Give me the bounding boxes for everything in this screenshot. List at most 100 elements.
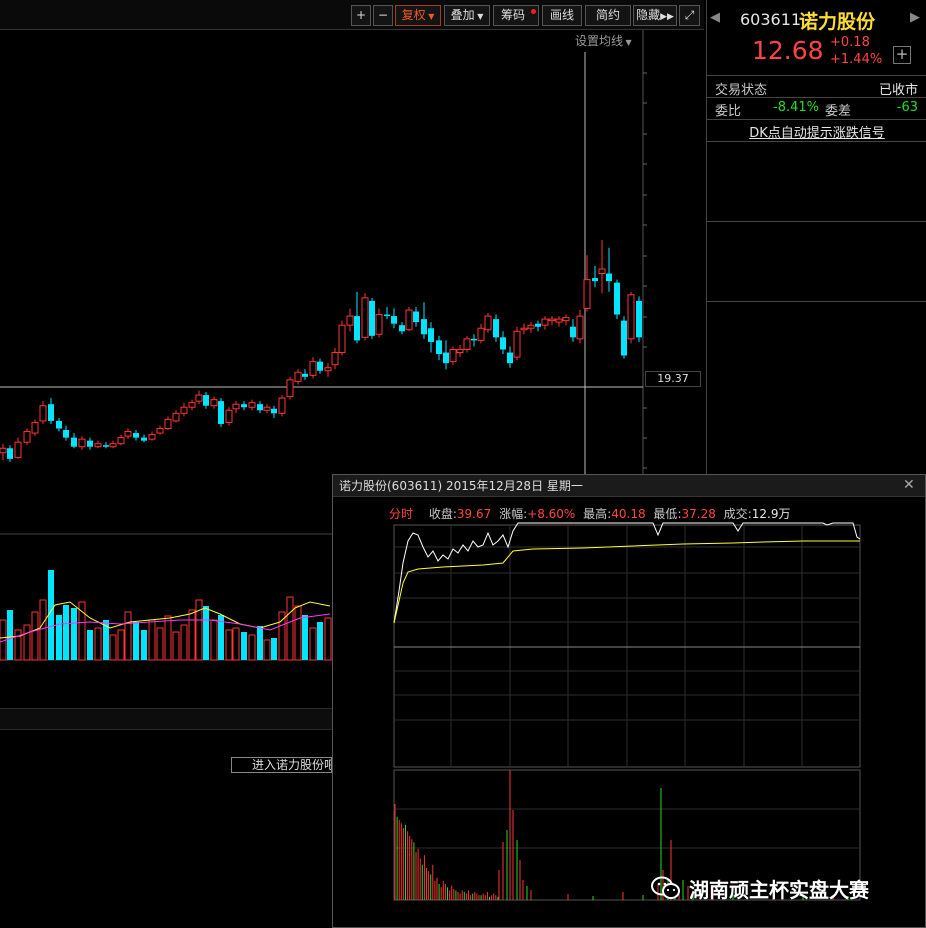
watermark-text: 湖南顽主杯实盘大赛	[689, 878, 869, 902]
stat-row	[715, 450, 920, 467]
candle	[94, 440, 102, 449]
candle	[627, 291, 635, 344]
panel-divider	[0, 708, 332, 730]
fullscreen-button[interactable]: ⤢	[679, 5, 700, 26]
candle	[507, 346, 513, 368]
candle	[562, 314, 570, 326]
volume-bar	[14, 629, 22, 661]
candle	[527, 322, 535, 333]
candle	[218, 398, 224, 427]
candle	[31, 419, 39, 437]
volume-bar	[156, 627, 164, 661]
candle	[78, 436, 86, 450]
intraday-chart[interactable]	[333, 475, 925, 927]
candle	[369, 297, 375, 339]
candle	[375, 308, 383, 338]
volume-bar	[302, 615, 308, 660]
weibi-value: -8.41%	[773, 100, 819, 115]
candle	[103, 442, 109, 449]
candle	[391, 308, 397, 329]
dk-signal-link[interactable]: DK点自动提示涨跌信号	[707, 122, 926, 141]
fuquan-button[interactable]: 复权 ▼	[395, 5, 441, 26]
zoom-in-button[interactable]: +	[351, 5, 371, 26]
candle	[399, 322, 405, 335]
volume-bar	[172, 631, 180, 661]
jianyue-button[interactable]: 简约	[585, 5, 631, 26]
candle	[71, 433, 77, 449]
huaxian-button[interactable]: 画线	[542, 5, 582, 26]
candle	[456, 344, 464, 358]
candle	[541, 316, 549, 330]
candle	[156, 425, 164, 435]
stat-row	[715, 359, 920, 376]
candle	[520, 323, 528, 335]
prev-stock-icon[interactable]: ◀	[710, 10, 720, 25]
quote-panel: ◀ 603611 诺力股份 ▶ 12.68 +0.18 +1.44% + 交易状…	[706, 0, 926, 474]
ask-row	[715, 144, 920, 159]
candle	[117, 434, 125, 446]
candle	[346, 308, 354, 332]
candle	[271, 405, 277, 418]
yincang-button[interactable]: 隐藏▶▶	[633, 5, 677, 26]
volume-bar	[39, 599, 47, 661]
stat-row	[715, 431, 920, 448]
crosshair-price-tag: 19.37	[645, 371, 701, 387]
candle	[493, 314, 499, 342]
volume-bar	[232, 627, 240, 661]
candle	[309, 357, 317, 379]
candle	[39, 401, 47, 424]
weibi-row: 委比 -8.41% 委差 -63	[715, 100, 920, 119]
last-price: 12.68	[752, 36, 824, 65]
candle	[124, 428, 132, 440]
candle	[148, 431, 156, 441]
candle	[621, 316, 627, 359]
volume-bar	[109, 634, 117, 661]
set-ma-label: 设置均线	[575, 34, 624, 48]
volume-bar	[278, 611, 286, 661]
candle	[241, 401, 247, 411]
volume-bar	[241, 632, 247, 660]
volume-bar	[94, 627, 102, 661]
fuquan-label: 复权	[401, 8, 426, 22]
candle	[331, 347, 339, 370]
zoom-out-button[interactable]: −	[373, 5, 393, 26]
set-ma-button[interactable]: 设置均线 ▼	[575, 32, 632, 49]
chevron-down-icon: ▼	[425, 12, 435, 21]
candle	[63, 425, 69, 441]
volume-bar	[257, 626, 263, 660]
candle	[56, 417, 62, 432]
candle	[555, 316, 563, 327]
volume-bar	[203, 606, 209, 660]
volume-bar	[210, 619, 218, 661]
volume-bar	[225, 629, 233, 661]
bid-row	[715, 240, 920, 255]
candle	[471, 334, 477, 347]
candle	[405, 306, 413, 332]
diejia-button[interactable]: 叠加 ▼	[444, 5, 490, 26]
enter-forum-button[interactable]: 进入诺力股份吧	[231, 757, 332, 773]
candle	[210, 396, 218, 409]
weibi-label: 委比	[715, 104, 742, 119]
candle	[484, 313, 492, 333]
candle	[248, 399, 256, 411]
add-watchlist-button[interactable]: +	[893, 46, 911, 64]
candle	[164, 416, 172, 431]
volume-bar	[188, 609, 196, 661]
chevron-down-icon: ▼	[474, 12, 484, 21]
ask-row	[715, 160, 920, 175]
candle	[0, 443, 7, 461]
chouma-button[interactable]: 筹码	[493, 5, 539, 26]
candle	[606, 247, 612, 292]
stat-row	[715, 340, 920, 357]
stock-name: 诺力股份	[799, 11, 876, 33]
next-stock-icon[interactable]: ▶	[910, 10, 920, 25]
candle	[548, 316, 556, 326]
candle	[576, 310, 584, 344]
candle	[180, 402, 188, 417]
volume-bar	[23, 624, 31, 661]
candle	[141, 434, 147, 443]
chevron-down-icon: ▼	[623, 38, 632, 47]
candle	[421, 302, 427, 339]
candle	[354, 291, 360, 344]
stock-code: 603611	[740, 10, 802, 29]
